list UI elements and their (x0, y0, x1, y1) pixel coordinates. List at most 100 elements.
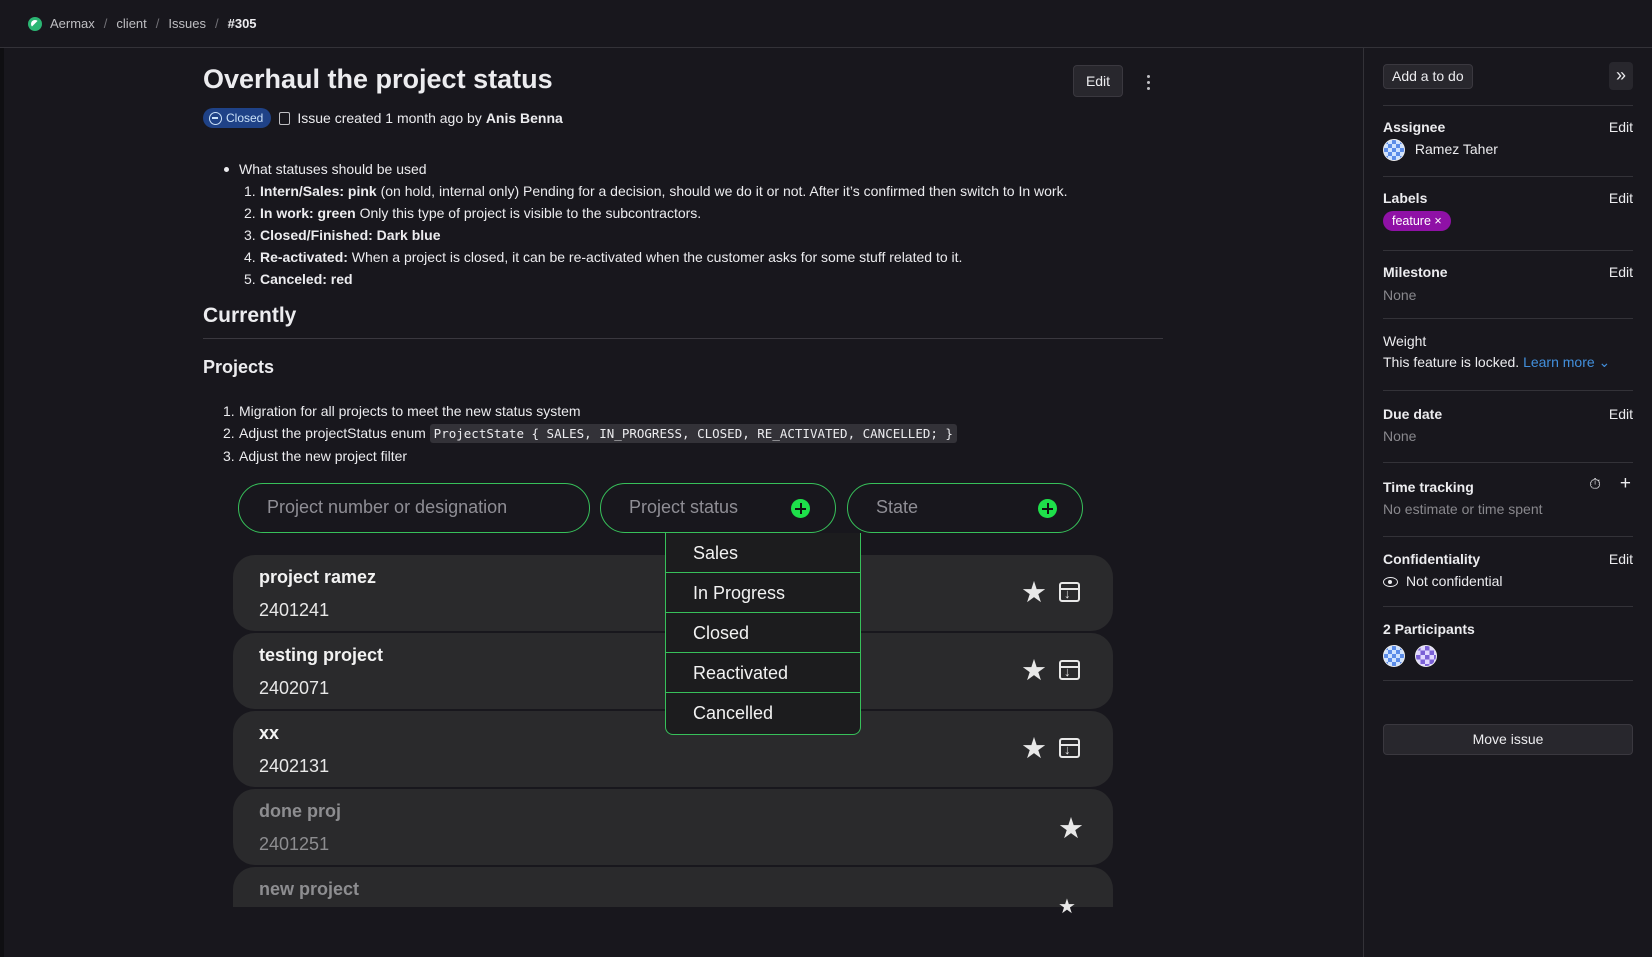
status-badge: Closed (203, 108, 272, 128)
issue-main: Overhaul the project status Edit Closed … (203, 48, 1163, 957)
issue-description: What statuses should be used 1. Intern/Sa… (203, 158, 1123, 290)
time-tracking-section: Time tracking ⏱ + No estimate or time sp… (1383, 462, 1633, 536)
list-item: What statuses should be used (203, 158, 1123, 180)
divider (1383, 680, 1633, 681)
stopwatch-icon[interactable]: ⏱ (1589, 476, 1601, 493)
breadcrumb-separator: / (214, 16, 219, 31)
dropdown-option-cancelled[interactable]: Cancelled (666, 693, 860, 733)
dropdown-option-closed[interactable]: Closed (666, 613, 860, 653)
project-search-input[interactable]: Project number or designation (238, 483, 590, 533)
confidentiality-value: Not confidential (1383, 573, 1503, 589)
weight-locked-text: This feature is locked. (1383, 354, 1520, 370)
project-name: xx (259, 723, 280, 743)
weight-value: This feature is locked. Learn more ⌄ (1383, 354, 1610, 371)
edit-issue-button[interactable]: Edit (1073, 65, 1123, 97)
project-name: done proj (259, 801, 341, 821)
confidentiality-text: Not confidential (1406, 573, 1503, 589)
confidentiality-title: Confidentiality (1383, 551, 1481, 567)
archive-icon[interactable] (1059, 660, 1080, 680)
list-item: 5. Canceled: red (244, 271, 353, 287)
labels-title: Labels (1383, 190, 1428, 206)
milestone-value: None (1383, 287, 1417, 303)
project-status-placeholder: Project status (629, 497, 739, 517)
participant-avatar[interactable] (1383, 645, 1405, 667)
assignee-section: Assignee Edit Ramez Taher (1383, 105, 1633, 176)
embedded-screenshot: Project number or designation Project st… (233, 483, 1123, 957)
archive-icon[interactable] (1059, 582, 1080, 602)
confidentiality-section: Confidentiality Edit Not confidential (1383, 536, 1633, 606)
issue-title: Overhaul the project status (203, 64, 553, 94)
due-date-value: None (1383, 428, 1417, 444)
weight-title: Weight (1383, 333, 1427, 349)
project-number: 2401251 (259, 834, 330, 854)
add-todo-button[interactable]: Add a to do (1383, 64, 1473, 89)
star-icon[interactable]: ★ (1058, 815, 1084, 844)
list-item: 4. Re-activated: When a project is closed… (244, 249, 963, 265)
add-time-icon[interactable]: + (1620, 473, 1631, 495)
breadcrumb-separator: / (103, 16, 108, 31)
list-item: 2. In work: green Only this type of proje… (244, 205, 702, 221)
left-edge (0, 48, 4, 957)
assignee[interactable]: Ramez Taher (1383, 139, 1498, 161)
divider (203, 338, 1163, 339)
move-issue-button[interactable]: Move issue (1383, 724, 1633, 755)
list-item: 2. Adjust the projectStatus enum ProjectS… (223, 422, 957, 445)
labels-section: Labels Edit feature × (1383, 176, 1633, 250)
project-number: 2402131 (259, 756, 330, 776)
breadcrumb-issues[interactable]: Issues (168, 16, 206, 31)
assignee-name: Ramez Taher (1414, 140, 1498, 157)
aermax-logo-icon (28, 16, 42, 31)
milestone-section: Milestone Edit None (1383, 250, 1633, 318)
list-item: 1. Migration for all projects to meet the… (223, 403, 581, 419)
participant-avatar[interactable] (1414, 645, 1437, 667)
project-name: new project (259, 879, 360, 899)
state-filter[interactable]: State (847, 483, 1083, 533)
star-icon[interactable]: ★ (1021, 735, 1047, 764)
state-placeholder: State (876, 497, 919, 517)
eye-icon (1383, 577, 1398, 588)
star-icon[interactable]: ★ (1021, 657, 1047, 686)
section-heading-currently: Currently (203, 304, 297, 327)
time-tracking-title: Time tracking (1383, 479, 1474, 495)
breadcrumb-client[interactable]: client (116, 16, 146, 31)
dropdown-option-in-progress[interactable]: In Progress (666, 573, 860, 613)
collapse-sidebar-icon[interactable]: » (1609, 62, 1633, 90)
milestone-edit[interactable]: Edit (1609, 264, 1633, 280)
due-date-edit[interactable]: Edit (1609, 406, 1633, 422)
task-list: 1. Migration for all projects to meet the… (203, 400, 957, 467)
project-card[interactable]: done proj 2401251 ★ (233, 789, 1113, 865)
list-item: 3. Closed/Finished: Dark blue (244, 227, 441, 243)
issue-sidebar: Add a to do » Assignee Edit Ramez Taher … (1363, 48, 1652, 957)
confidentiality-edit[interactable]: Edit (1609, 551, 1633, 567)
add-state-icon[interactable] (1038, 499, 1057, 518)
dropdown-option-reactivated[interactable]: Reactivated (666, 653, 860, 693)
more-actions-icon[interactable] (1138, 68, 1158, 96)
project-status-filter[interactable]: Project status (600, 483, 836, 533)
project-card[interactable]: new project ★ (233, 867, 1113, 918)
status-badge-label: Closed (226, 111, 264, 125)
due-date-title: Due date (1383, 406, 1443, 422)
add-status-icon[interactable] (791, 499, 810, 518)
breadcrumb: Aermax / client / Issues / #305 (0, 0, 1652, 48)
breadcrumb-aermax[interactable]: Aermax (50, 16, 95, 31)
issue-created-text: Issue created 1 month ago by (297, 110, 482, 126)
issue-author[interactable]: Anis Benna (486, 110, 563, 126)
learn-more-link[interactable]: Learn more ⌄ (1523, 354, 1610, 370)
labels-edit[interactable]: Edit (1609, 190, 1633, 206)
time-tracking-value: No estimate or time spent (1383, 501, 1543, 517)
section-heading-projects: Projects (203, 357, 275, 377)
star-icon[interactable]: ★ (1058, 893, 1076, 921)
status-dropdown: Sales In Progress Closed Reactivated Can… (665, 533, 861, 735)
closed-icon (209, 111, 222, 125)
list-item: 1. Intern/Sales: pink (on hold, internal … (244, 183, 1068, 199)
milestone-title: Milestone (1383, 264, 1448, 280)
dropdown-option-sales[interactable]: Sales (666, 533, 860, 573)
project-number: 2401241 (259, 600, 330, 620)
assignee-edit[interactable]: Edit (1609, 119, 1633, 135)
label-feature[interactable]: feature × (1383, 211, 1451, 231)
archive-icon[interactable] (1059, 738, 1080, 758)
assignee-title: Assignee (1383, 119, 1446, 135)
star-icon[interactable]: ★ (1021, 579, 1047, 608)
weight-section: Weight This feature is locked. Learn mor… (1383, 318, 1633, 390)
breadcrumb-issue-number[interactable]: #305 (228, 16, 257, 31)
